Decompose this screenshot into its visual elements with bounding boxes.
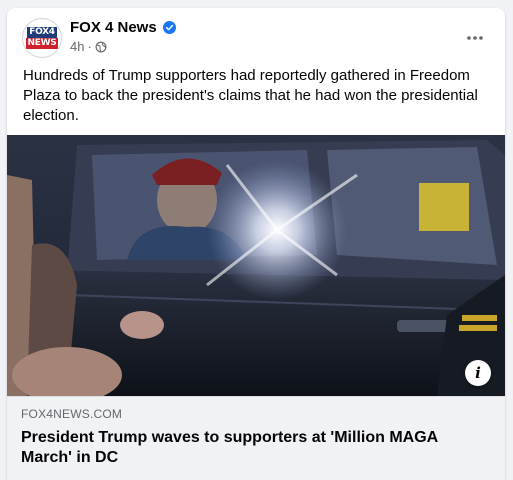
post-header: FOX4 NEWS FOX 4 News 4h ·	[7, 8, 505, 64]
link-preview[interactable]: FOX4NEWS.COM President Trump waves to su…	[7, 396, 505, 480]
post-image[interactable]: i	[7, 135, 505, 396]
link-title[interactable]: President Trump waves to supporters at '…	[21, 428, 491, 468]
post-message: Hundreds of Trump supporters had reporte…	[23, 67, 478, 124]
avatar-logo-top: FOX4	[27, 27, 57, 38]
post-timestamp[interactable]: 4h	[70, 39, 84, 54]
image-info-button[interactable]: i	[465, 360, 491, 386]
post-card: FOX4 NEWS FOX 4 News 4h · Hundreds of Tr…	[7, 8, 505, 480]
post-meta: 4h ·	[70, 39, 107, 54]
more-options-button[interactable]	[461, 24, 489, 52]
page-avatar[interactable]: FOX4 NEWS	[22, 18, 62, 58]
meta-separator: ·	[87, 39, 92, 54]
page-name-link[interactable]: FOX 4 News	[70, 19, 157, 36]
video-still-image	[7, 135, 505, 396]
globe-icon	[95, 41, 107, 52]
link-domain: FOX4NEWS.COM	[21, 407, 123, 421]
more-options-icon	[467, 36, 483, 40]
avatar-logo-bottom: NEWS	[25, 38, 59, 49]
verified-badge-icon	[163, 21, 176, 34]
